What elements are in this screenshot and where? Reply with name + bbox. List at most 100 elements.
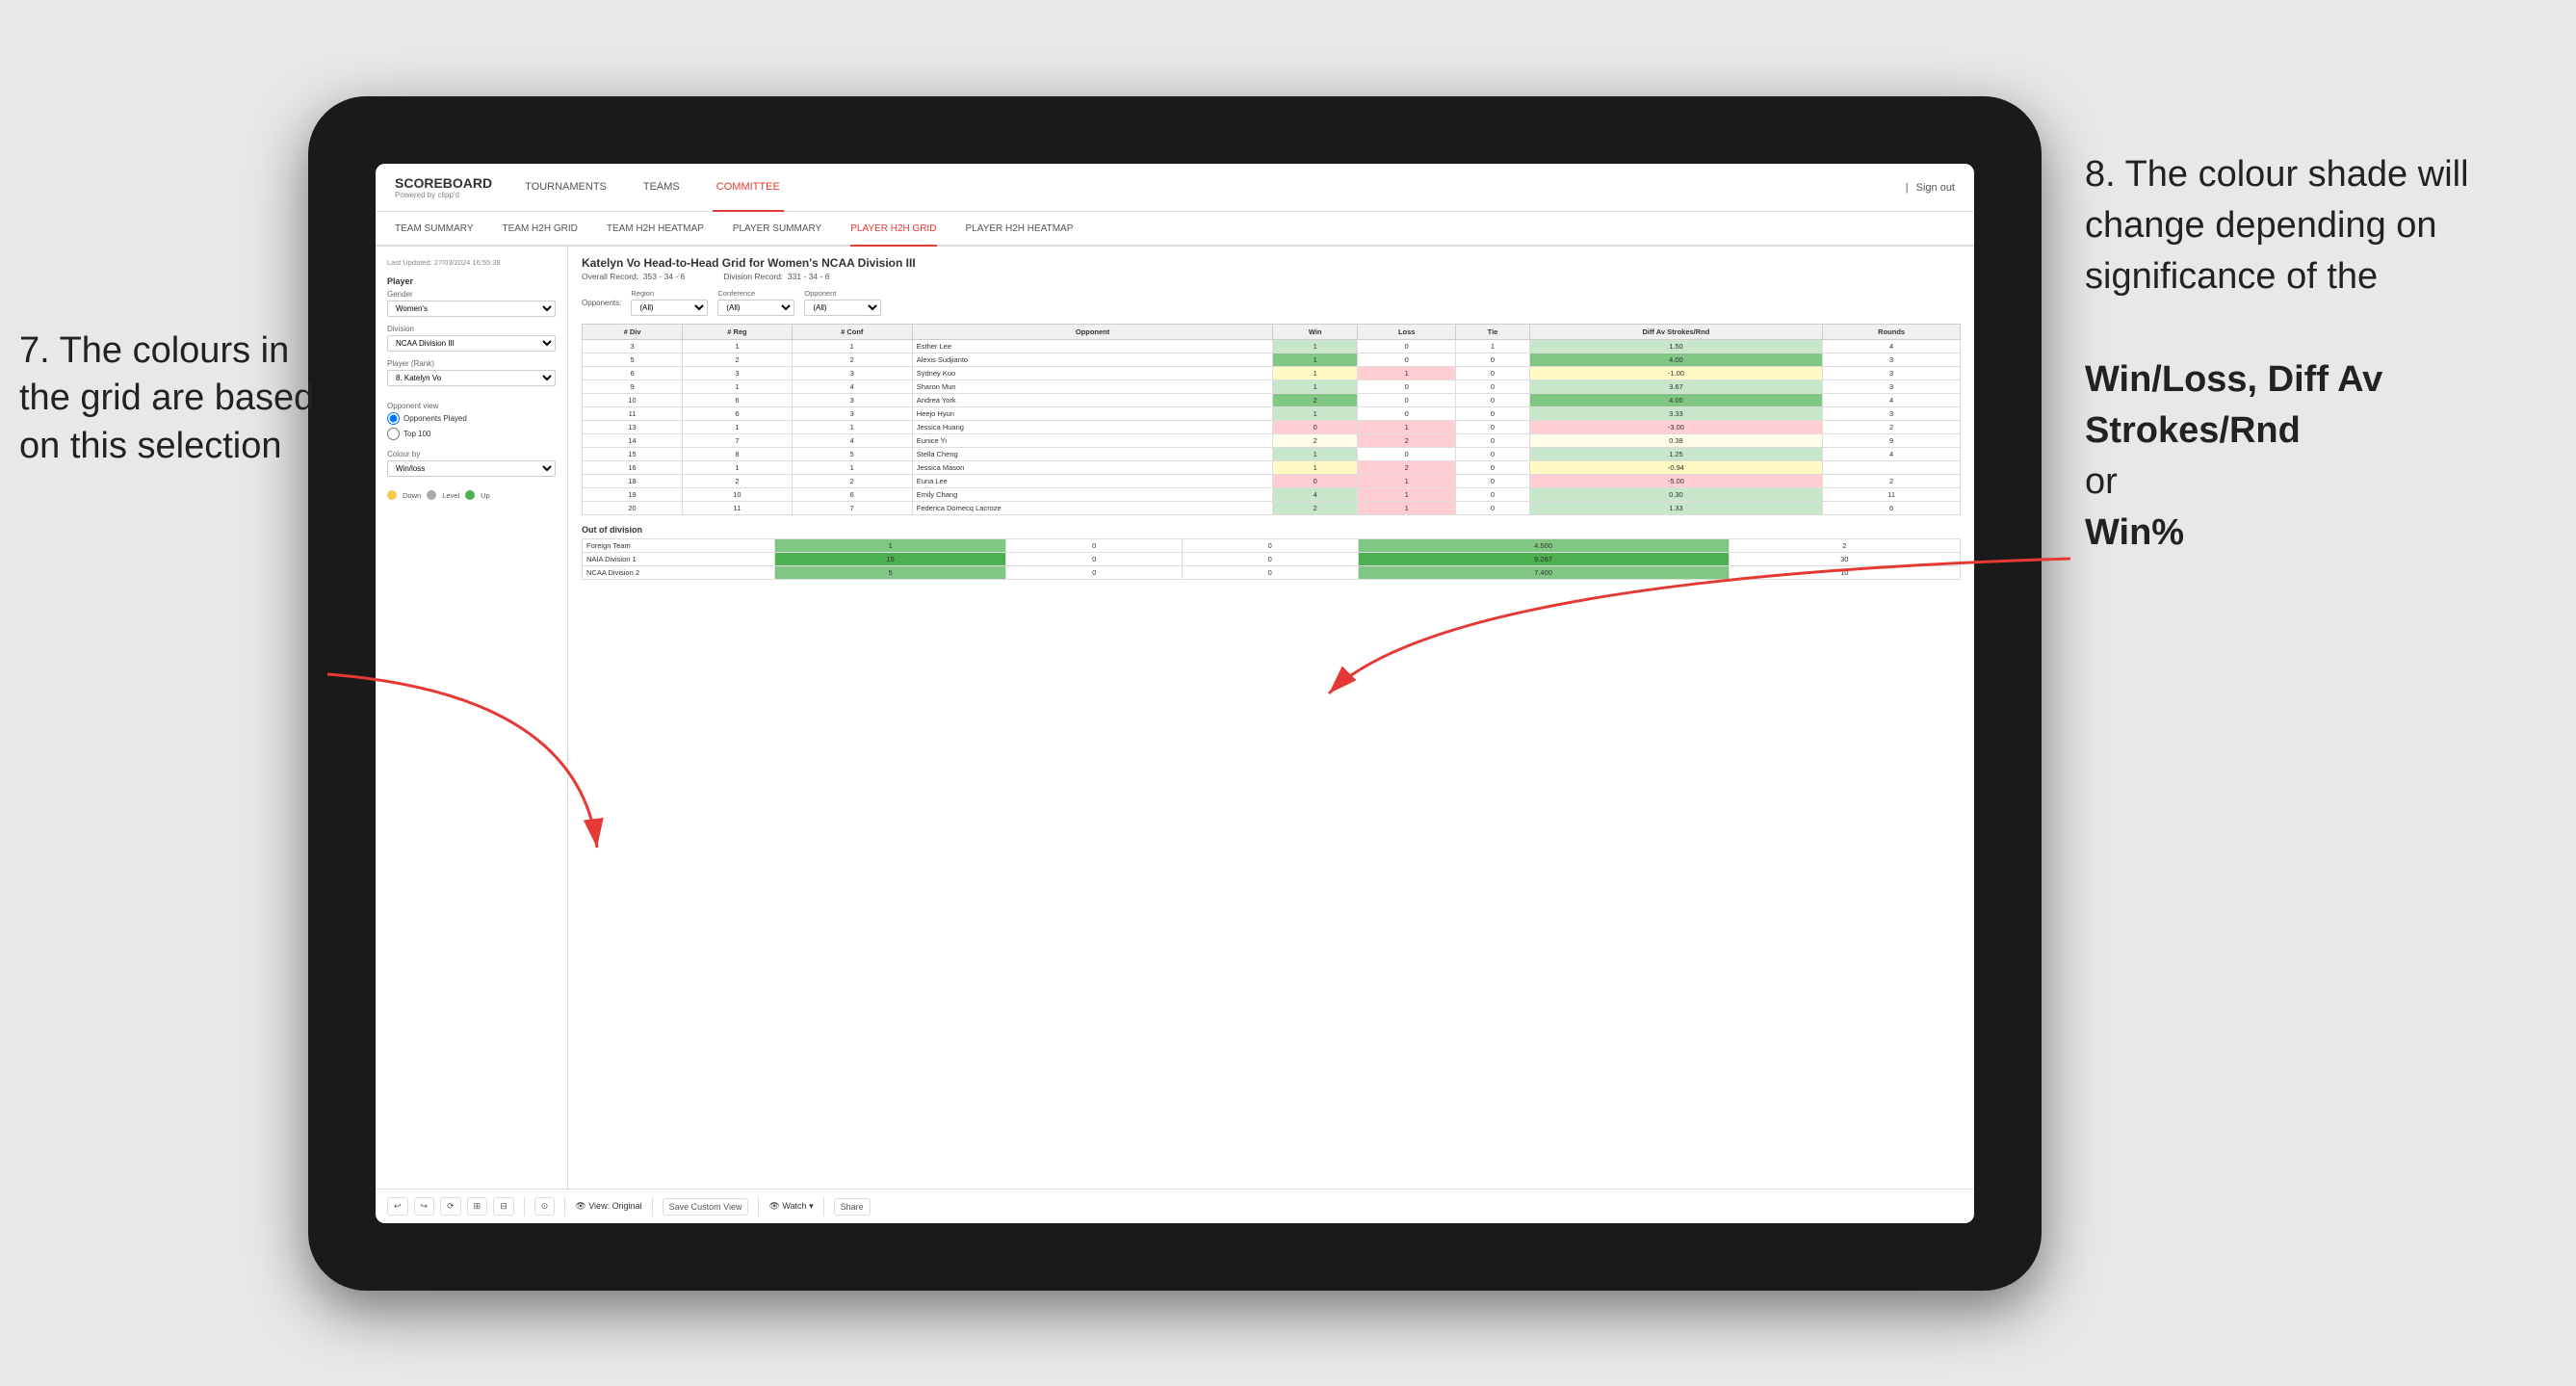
filter-row: Opponents: Region (All) Conference (All)… (582, 289, 1961, 316)
legend-level-label: Level (442, 491, 459, 500)
table-row: 11 6 3 Heejo Hyun 1 0 0 3.33 3 (583, 407, 1961, 421)
legend-up-dot (465, 490, 475, 500)
table-row: 3 1 1 Esther Lee 1 0 1 1.50 4 (583, 340, 1961, 353)
sidebar-timestamp: Last Updated: 27/03/2024 16:55:38 (387, 258, 556, 267)
divider5 (823, 1197, 824, 1216)
out-of-division-table: Foreign Team 1 0 0 4.500 2 NAIA Division… (582, 538, 1961, 580)
grid-title: Katelyn Vo Head-to-Head Grid for Women's… (582, 256, 1961, 270)
filter-opponent: Opponent (All) (804, 289, 881, 316)
annotation-left: 7. The colours in the grid are based on … (19, 327, 327, 470)
player-rank-label: Player (Rank) (387, 359, 556, 368)
table-row: 16 1 1 Jessica Mason 1 2 0 -0.94 (583, 461, 1961, 475)
nav-tournaments[interactable]: TOURNAMENTS (521, 164, 611, 212)
filter-region: Region (All) (631, 289, 708, 316)
redo-btn[interactable]: ↪ (414, 1197, 435, 1216)
conference-select[interactable]: (All) (717, 300, 794, 316)
filter-conference: Conference (All) (717, 289, 794, 316)
legend-level-dot (427, 490, 436, 500)
col-conf: # Conf (792, 325, 912, 340)
watch-label[interactable]: 👁 Watch ▾ (768, 1201, 813, 1212)
gender-select[interactable]: Women's (387, 301, 556, 317)
table-row: 20 11 7 Federica Domecq Lacroze 2 1 0 1.… (583, 502, 1961, 515)
history-btn[interactable]: ⟳ (440, 1197, 461, 1216)
division-label: Division (387, 325, 556, 333)
copy-btn[interactable]: ⊞ (467, 1197, 488, 1216)
colour-by-select[interactable]: Win/loss (387, 460, 556, 477)
col-div: # Div (583, 325, 683, 340)
colour-by-label: Colour by (387, 450, 556, 458)
legend-up-label: Up (481, 491, 490, 500)
table-row: 14 7 4 Eunice Yi 2 2 0 0.38 9 (583, 434, 1961, 448)
save-custom-btn[interactable]: Save Custom View (663, 1198, 749, 1216)
divider3 (652, 1197, 653, 1216)
annotation-right: 8. The colour shade will change dependin… (2085, 149, 2547, 560)
top-nav: SCOREBOARD Powered by clipp'd TOURNAMENT… (376, 164, 1974, 212)
view-original-label: 👁 View: Original (575, 1201, 641, 1212)
out-of-division-header: Out of division (582, 525, 1961, 535)
table-row: 18 2 2 Euna Lee 0 1 0 -5.00 2 (583, 475, 1961, 488)
grid-area: Katelyn Vo Head-to-Head Grid for Women's… (568, 247, 1974, 1189)
sidebar-player-label: Player (387, 276, 556, 286)
overall-record: Overall Record: 353 - 34 - 6 (582, 272, 685, 281)
legend: Down Level Up (387, 490, 556, 500)
h2h-table: # Div # Reg # Conf Opponent Win Loss Tie… (582, 324, 1961, 515)
sub-nav-team-summary[interactable]: TEAM SUMMARY (395, 212, 474, 247)
table-row: 6 3 3 Sydney Kuo 1 1 0 -1.00 3 (583, 367, 1961, 380)
col-opponent: Opponent (912, 325, 1273, 340)
legend-down-label: Down (403, 491, 421, 500)
col-rounds: Rounds (1823, 325, 1961, 340)
undo-btn[interactable]: ↩ (387, 1197, 408, 1216)
paste-btn[interactable]: ⊟ (493, 1197, 514, 1216)
legend-down-dot (387, 490, 397, 500)
col-reg: # Reg (683, 325, 793, 340)
gender-label: Gender (387, 290, 556, 299)
table-row: 9 1 4 Sharon Mun 1 0 0 3.67 3 (583, 380, 1961, 394)
main-content: Last Updated: 27/03/2024 16:55:38 Player… (376, 247, 1974, 1189)
table-row: 15 8 5 Stella Cheng 1 0 0 1.25 4 (583, 448, 1961, 461)
region-select[interactable]: (All) (631, 300, 708, 316)
clock-btn[interactable]: ⊙ (534, 1197, 556, 1216)
opponent-view-label: Opponent view (387, 402, 556, 410)
out-of-division-row: Foreign Team 1 0 0 4.500 2 (583, 539, 1961, 553)
opponent-select[interactable]: (All) (804, 300, 881, 316)
table-row: 19 10 6 Emily Chang 4 1 0 0.30 11 (583, 488, 1961, 502)
nav-items: TOURNAMENTS TEAMS COMMITTEE (521, 164, 1906, 212)
divider2 (564, 1197, 565, 1216)
sub-nav: TEAM SUMMARY TEAM H2H GRID TEAM H2H HEAT… (376, 212, 1974, 247)
tablet-screen: SCOREBOARD Powered by clipp'd TOURNAMENT… (376, 164, 1974, 1223)
table-row: 13 1 1 Jessica Huang 0 1 0 -3.00 2 (583, 421, 1961, 434)
opponent-view: Opponent view Opponents Played Top 100 (387, 402, 556, 440)
colour-by: Colour by Win/loss (387, 450, 556, 484)
table-row: 10 6 3 Andrea York 2 0 0 4.00 4 (583, 394, 1961, 407)
nav-right: | Sign out (1906, 182, 1955, 194)
col-diff: Diff Av Strokes/Rnd (1529, 325, 1823, 340)
col-win: Win (1273, 325, 1358, 340)
col-loss: Loss (1358, 325, 1456, 340)
sign-out-link[interactable]: Sign out (1916, 182, 1955, 194)
division-select[interactable]: NCAA Division III (387, 335, 556, 352)
table-row: 5 2 2 Alexis Sudjianto 1 0 0 4.00 3 (583, 353, 1961, 367)
bottom-toolbar: ↩ ↪ ⟳ ⊞ ⊟ ⊙ 👁 View: Original Save Custom… (376, 1189, 1974, 1223)
sub-nav-team-h2h-grid[interactable]: TEAM H2H GRID (503, 212, 578, 247)
sub-nav-player-h2h-grid[interactable]: PLAYER H2H GRID (850, 212, 936, 247)
division-record: Division Record: 331 - 34 - 6 (723, 272, 829, 281)
divider1 (524, 1197, 525, 1216)
sub-nav-team-h2h-heatmap[interactable]: TEAM H2H HEATMAP (607, 212, 704, 247)
sub-nav-player-summary[interactable]: PLAYER SUMMARY (733, 212, 821, 247)
sub-nav-player-h2h-heatmap[interactable]: PLAYER H2H HEATMAP (966, 212, 1074, 247)
nav-teams[interactable]: TEAMS (639, 164, 684, 212)
nav-committee[interactable]: COMMITTEE (713, 164, 784, 212)
player-rank-select[interactable]: 8. Katelyn Vo (387, 370, 556, 386)
divider4 (758, 1197, 759, 1216)
radio-top100[interactable]: Top 100 (387, 428, 556, 440)
out-of-division-row: NAIA Division 1 15 0 0 9.267 30 (583, 553, 1961, 566)
share-btn[interactable]: Share (834, 1198, 871, 1216)
out-of-division-row: NCAA Division 2 5 0 0 7.400 10 (583, 566, 1961, 580)
tablet-device: SCOREBOARD Powered by clipp'd TOURNAMENT… (308, 96, 2042, 1291)
opponents-label: Opponents: (582, 299, 621, 307)
sidebar: Last Updated: 27/03/2024 16:55:38 Player… (376, 247, 568, 1189)
grid-records: Overall Record: 353 - 34 - 6 Division Re… (582, 272, 1961, 281)
radio-opponents-played[interactable]: Opponents Played (387, 412, 556, 425)
col-tie: Tie (1456, 325, 1529, 340)
logo: SCOREBOARD Powered by clipp'd (395, 175, 492, 199)
